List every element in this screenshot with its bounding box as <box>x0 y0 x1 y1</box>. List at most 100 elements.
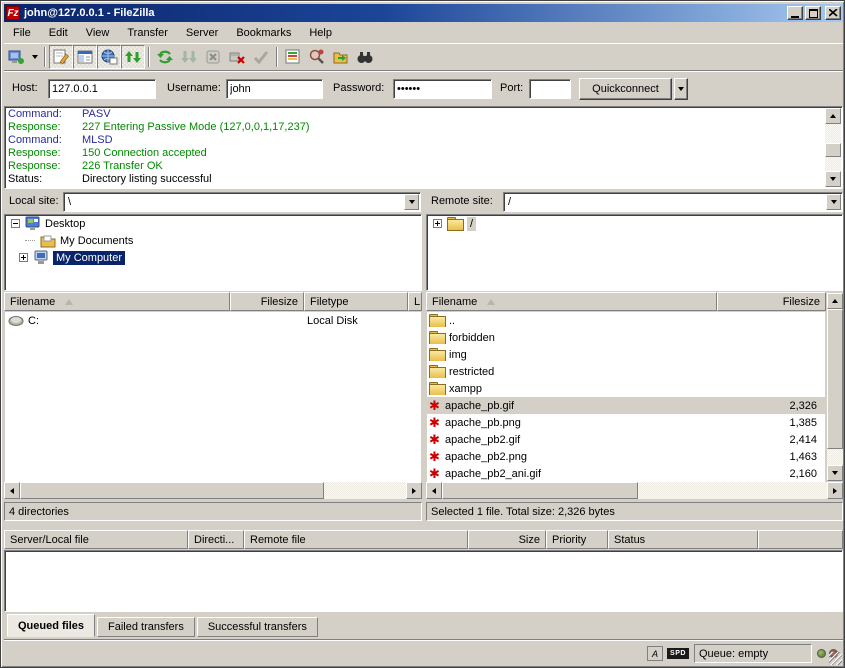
remote-file-row-selected[interactable]: ✱apache_pb.gif2,326 <box>427 397 825 414</box>
process-queue-button[interactable] <box>177 45 201 69</box>
queue-column-direction[interactable]: Directi... <box>188 530 244 549</box>
toggle-remote-tree-button[interactable] <box>97 45 121 69</box>
remote-file-list[interactable]: .. forbidden img restricted xampp ✱apach… <box>427 312 825 482</box>
toggle-local-tree-button[interactable] <box>73 45 97 69</box>
site-manager-button[interactable] <box>4 45 28 69</box>
remote-column-filesize[interactable]: Filesize <box>717 292 826 311</box>
remote-file-row[interactable]: ✱apache_pb.png1,385 <box>427 414 825 431</box>
toggle-message-log-icon <box>52 48 70 66</box>
scroll-right-button[interactable] <box>406 482 422 499</box>
menu-view[interactable]: View <box>77 24 119 42</box>
speed-limit-icon[interactable]: SPD <box>667 648 689 659</box>
ascii-transfer-type-icon[interactable]: A <box>647 646 663 661</box>
queue-column-priority[interactable]: Priority <box>546 530 608 549</box>
tab-successful-transfers[interactable]: Successful transfers <box>197 617 318 637</box>
local-column-filename[interactable]: Filename <box>4 292 230 311</box>
synchronized-browsing-button[interactable] <box>329 45 353 69</box>
port-input[interactable] <box>529 79 571 99</box>
disconnect-button[interactable] <box>225 45 249 69</box>
directory-comparison-icon <box>284 48 302 66</box>
filter-binoculars-button[interactable] <box>353 45 377 69</box>
password-input[interactable] <box>393 79 492 99</box>
remote-file-row[interactable]: ✱apache_pb2_ani.gif2,160 <box>427 465 825 482</box>
title-bar[interactable]: Fz john@127.0.0.1 - FileZilla <box>4 4 843 22</box>
drive-name: C: <box>28 315 39 327</box>
queue-column-server-local-file[interactable]: Server/Local file <box>4 530 188 549</box>
remote-file-row[interactable]: img <box>427 346 825 363</box>
minimize-button[interactable] <box>787 6 803 20</box>
local-column-filesize[interactable]: Filesize <box>230 292 304 311</box>
menu-server[interactable]: Server <box>177 24 227 42</box>
checkmark-button[interactable] <box>249 45 273 69</box>
remote-file-row[interactable]: .. <box>427 312 825 329</box>
maximize-button[interactable] <box>805 6 821 20</box>
menu-edit[interactable]: Edit <box>40 24 77 42</box>
queue-column-size[interactable]: Size <box>468 530 546 549</box>
directory-comparison-button[interactable] <box>281 45 305 69</box>
scroll-down-button[interactable] <box>827 465 843 481</box>
queue-column-empty[interactable] <box>758 530 843 549</box>
search-button[interactable] <box>305 45 329 69</box>
expand-icon[interactable] <box>19 253 28 262</box>
cancel-operation-button[interactable] <box>201 45 225 69</box>
local-site-dropdown[interactable] <box>404 194 419 210</box>
remote-site-dropdown[interactable] <box>826 194 841 210</box>
local-list-hscrollbar[interactable] <box>4 482 422 499</box>
toggle-message-log-button[interactable] <box>49 45 73 69</box>
tree-item-desktop[interactable]: Desktop <box>5 215 421 232</box>
remote-site-combo[interactable]: / <box>503 192 843 212</box>
username-input[interactable] <box>226 79 323 99</box>
tree-item-root[interactable]: / <box>427 215 842 232</box>
local-site-combo[interactable]: \ <box>63 192 421 212</box>
remote-tree: / <box>426 214 843 291</box>
remote-column-filename[interactable]: Filename <box>426 292 717 311</box>
arrow-right-icon <box>412 488 416 494</box>
tree-item-my-documents[interactable]: My Documents <box>5 232 421 249</box>
remote-file-row[interactable]: ✱apache_pb2.png1,463 <box>427 448 825 465</box>
queue-column-status[interactable]: Status <box>608 530 758 549</box>
scrollbar-thumb[interactable] <box>827 309 843 449</box>
scroll-right-button[interactable] <box>827 482 843 499</box>
local-file-row[interactable]: C: Local Disk <box>5 312 421 329</box>
refresh-button[interactable] <box>153 45 177 69</box>
tab-queued-files[interactable]: Queued files <box>7 614 95 637</box>
host-input[interactable] <box>48 79 156 99</box>
scrollbar-thumb[interactable] <box>825 143 841 157</box>
local-file-list[interactable]: C: Local Disk <box>5 312 421 482</box>
menu-transfer[interactable]: Transfer <box>118 24 177 42</box>
tab-failed-transfers[interactable]: Failed transfers <box>97 617 195 637</box>
log-line: Command:MLSD <box>8 134 824 147</box>
scroll-down-button[interactable] <box>825 171 841 187</box>
menu-bookmarks[interactable]: Bookmarks <box>227 24 300 42</box>
site-manager-dropdown-button[interactable] <box>28 45 41 69</box>
local-column-filetype[interactable]: Filetype <box>304 292 408 311</box>
collapse-icon[interactable] <box>11 219 20 228</box>
menu-file[interactable]: File <box>4 24 40 42</box>
expand-icon[interactable] <box>433 219 442 228</box>
scroll-up-button[interactable] <box>825 108 841 124</box>
remote-file-row[interactable]: xampp <box>427 380 825 397</box>
resize-grip[interactable] <box>829 652 842 665</box>
queue-column-remote-file[interactable]: Remote file <box>244 530 468 549</box>
log-lines: Command:PASV Response:227 Entering Passi… <box>8 108 824 186</box>
scrollbar-thumb[interactable] <box>442 482 638 499</box>
menu-help[interactable]: Help <box>300 24 341 42</box>
quickconnect-button[interactable]: Quickconnect <box>579 78 672 100</box>
scroll-up-button[interactable] <box>827 293 843 309</box>
scroll-left-button[interactable] <box>4 482 20 499</box>
close-button[interactable] <box>825 6 841 20</box>
remote-file-row[interactable]: forbidden <box>427 329 825 346</box>
log-scrollbar[interactable] <box>825 108 841 187</box>
remote-file-row[interactable]: restricted <box>427 363 825 380</box>
local-column-last-modified[interactable]: L <box>408 292 422 311</box>
scrollbar-thumb[interactable] <box>20 482 324 499</box>
toggle-transfer-queue-button[interactable] <box>121 45 145 69</box>
remote-list-hscrollbar[interactable] <box>426 482 843 499</box>
message-log[interactable]: Command:PASV Response:227 Entering Passi… <box>4 106 843 189</box>
remote-file-row[interactable]: ✱apache_pb2.gif2,414 <box>427 431 825 448</box>
scroll-left-button[interactable] <box>426 482 442 499</box>
quickconnect-dropdown-button[interactable] <box>674 78 688 100</box>
transfer-queue-list[interactable] <box>4 550 843 612</box>
remote-list-scrollbar[interactable] <box>827 293 843 481</box>
tree-item-my-computer[interactable]: My Computer <box>5 249 421 266</box>
